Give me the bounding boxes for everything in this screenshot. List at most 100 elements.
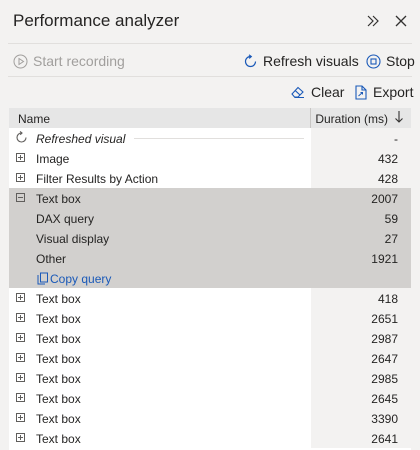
row-duration: 2651 <box>371 312 398 326</box>
table-row[interactable]: Text box 2651 <box>9 308 411 328</box>
duration-cell: 2007 <box>311 188 411 208</box>
expand-row-icon[interactable] <box>16 413 25 422</box>
name-cell: Text box <box>9 188 310 208</box>
table-subrow: DAX query 59 <box>9 208 411 228</box>
table-row[interactable]: Text box 2645 <box>9 388 411 408</box>
row-duration: 3390 <box>371 412 398 426</box>
expand-row-icon[interactable] <box>16 313 25 322</box>
duration-column-header[interactable]: Duration (ms) <box>315 112 388 126</box>
expand-row-icon[interactable] <box>16 433 25 442</box>
table-row[interactable]: Text box 2987 <box>9 328 411 348</box>
name-column-header[interactable]: Name <box>18 112 50 126</box>
expand-row-icon[interactable] <box>16 333 25 342</box>
expand-pane-button[interactable] <box>363 10 383 32</box>
name-cell: Text box <box>9 328 310 348</box>
export-label: Export <box>373 84 414 100</box>
row-label: DAX query <box>36 212 95 226</box>
collapse-row-icon[interactable] <box>16 193 25 202</box>
row-label: Other <box>36 252 67 266</box>
name-cell: Other <box>9 248 310 268</box>
table-row[interactable]: Text box 2985 <box>9 368 411 388</box>
clear-button[interactable]: Clear <box>290 84 344 100</box>
stop-button[interactable]: Stop <box>366 53 415 69</box>
toolbar-divider <box>8 76 412 77</box>
row-duration: 59 <box>384 212 398 226</box>
expand-row-icon[interactable] <box>16 173 25 182</box>
table-row[interactable]: Text box 418 <box>9 288 411 308</box>
refresh-visuals-button[interactable]: Refresh visuals <box>243 53 359 69</box>
eraser-icon <box>290 85 306 99</box>
table-row-expanded[interactable]: Text box 2007 <box>9 188 411 208</box>
table-row[interactable]: Text box 2647 <box>9 348 411 368</box>
row-duration: 2641 <box>371 432 398 446</box>
table-row[interactable]: Text box 2641 <box>9 428 411 448</box>
table-row[interactable]: Refreshed visual - <box>9 128 411 148</box>
expand-row-icon[interactable] <box>16 373 25 382</box>
expand-row-icon[interactable] <box>16 353 25 362</box>
duration-cell <box>311 268 411 288</box>
header-divider <box>8 43 412 44</box>
row-label: Text box <box>36 312 81 326</box>
table-header: Name Duration (ms) <box>9 108 411 128</box>
column-separator[interactable] <box>310 108 311 128</box>
row-duration: 2987 <box>371 332 398 346</box>
duration-cell: 2641 <box>311 428 411 448</box>
row-label: Text box <box>36 412 81 426</box>
arrow-down-icon[interactable] <box>394 110 404 127</box>
table-row[interactable]: Image 432 <box>9 148 411 168</box>
duration-cell: 2647 <box>311 348 411 368</box>
name-cell: Text box <box>9 368 310 388</box>
name-cell: Image <box>9 148 310 168</box>
duration-cell: 418 <box>311 288 411 308</box>
results-table: Name Duration (ms) Refreshed visual - Im… <box>9 108 411 450</box>
table-subrow: Visual display 27 <box>9 228 411 248</box>
row-label: Text box <box>36 192 81 206</box>
refresh-icon <box>15 131 28 147</box>
name-cell: DAX query <box>9 208 310 228</box>
duration-cell: - <box>311 128 411 148</box>
table-body: Refreshed visual - Image 432 Filter Resu… <box>9 128 411 448</box>
duration-cell: 432 <box>311 148 411 168</box>
row-label: Text box <box>36 352 81 366</box>
pane-title: Performance analyzer <box>13 11 180 30</box>
row-duration: 2645 <box>371 392 398 406</box>
name-cell: Filter Results by Action <box>9 168 310 188</box>
start-recording-button[interactable]: Start recording <box>13 53 125 69</box>
row-duration: 418 <box>377 292 398 306</box>
performance-analyzer-pane: Performance analyzer Start recording Ref… <box>0 0 420 450</box>
row-label: Text box <box>36 432 81 446</box>
row-label: Refreshed visual <box>36 132 126 146</box>
row-duration: 2647 <box>371 352 398 366</box>
table-row[interactable]: Text box 3390 <box>9 408 411 428</box>
copy-query-label: Copy query <box>50 272 112 286</box>
duration-cell: 1921 <box>311 248 411 268</box>
row-duration: 2007 <box>371 192 398 206</box>
row-duration: 432 <box>377 152 398 166</box>
name-cell: Text box <box>9 308 310 328</box>
export-button[interactable]: Export <box>354 84 413 100</box>
table-row[interactable]: Filter Results by Action 428 <box>9 168 411 188</box>
copy-icon <box>37 272 49 288</box>
document-export-icon <box>354 84 368 100</box>
close-icon <box>395 15 407 27</box>
name-cell: Text box <box>9 388 310 408</box>
expand-row-icon[interactable] <box>16 153 25 162</box>
expand-row-icon[interactable] <box>16 293 25 302</box>
row-label: Visual display <box>36 232 110 246</box>
name-cell: Visual display <box>9 228 310 248</box>
row-duration: 2985 <box>371 372 398 386</box>
clear-label: Clear <box>311 84 345 100</box>
row-duration: 1921 <box>371 252 398 266</box>
table-subrow: Other 1921 <box>9 248 411 268</box>
close-pane-button[interactable] <box>391 10 411 32</box>
name-cell: Text box <box>9 408 310 428</box>
row-label: Text box <box>36 372 81 386</box>
play-circle-icon <box>13 54 28 69</box>
duration-cell: 27 <box>311 228 411 248</box>
stop-circle-icon <box>366 53 381 69</box>
expand-row-icon[interactable] <box>16 393 25 402</box>
row-duration: 27 <box>384 232 398 246</box>
name-cell: Copy query <box>9 268 310 288</box>
duration-cell: 2651 <box>311 308 411 328</box>
double-chevron-right-icon <box>367 15 379 27</box>
